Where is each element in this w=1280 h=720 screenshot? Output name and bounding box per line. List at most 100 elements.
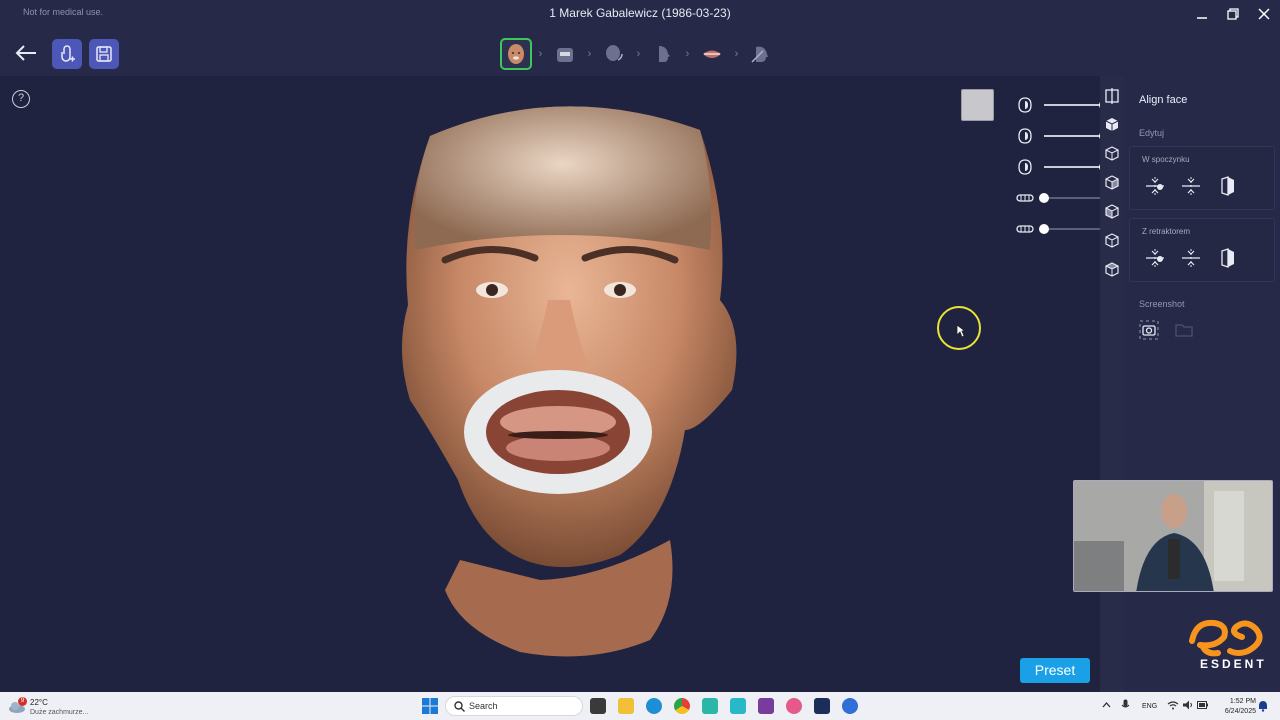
visibility-slider[interactable] <box>1016 219 1104 239</box>
minimize-icon <box>1197 17 1207 19</box>
face-opacity-icon <box>1018 159 1032 175</box>
app-pink-icon[interactable] <box>786 698 802 714</box>
mirror-face-icon[interactable] <box>1216 247 1238 269</box>
measure-step[interactable] <box>745 38 777 70</box>
head-measure-icon <box>751 46 768 63</box>
notification-bell-icon[interactable] <box>1258 700 1268 712</box>
presenter-video <box>1074 481 1272 591</box>
chrome-icon[interactable] <box>674 698 690 714</box>
screenshot-section-label: Screenshot <box>1139 299 1185 309</box>
slider-track[interactable] <box>1044 197 1104 199</box>
chevron-up-icon[interactable] <box>1102 701 1111 708</box>
weather-alert-badge: 9 <box>18 697 27 706</box>
chevron-right-icon: › <box>538 48 543 60</box>
top-view-icon[interactable] <box>1104 116 1120 132</box>
left-view-icon[interactable] <box>1104 145 1120 161</box>
align-center-icon[interactable] <box>1180 175 1202 197</box>
app-rz-icon[interactable] <box>702 698 718 714</box>
preset-button[interactable]: Preset <box>1020 658 1090 683</box>
weather-condition: Duże zachmurze... <box>30 709 89 716</box>
arrow-left-icon <box>15 45 36 61</box>
face-scan-step[interactable] <box>500 38 532 70</box>
windows-start-icon[interactable] <box>422 698 438 714</box>
paperclip-icon <box>61 45 75 62</box>
face-scan-model[interactable] <box>370 100 750 660</box>
smile-step[interactable] <box>696 38 728 70</box>
microphone-icon[interactable] <box>1121 699 1130 711</box>
battery-icon[interactable] <box>1197 700 1209 710</box>
profile-scan-step[interactable] <box>647 38 679 70</box>
upper-teeth-icon <box>1016 194 1034 202</box>
bite-scan-icon <box>606 45 623 61</box>
toolbar: › › › › › <box>0 28 1280 76</box>
wifi-icon[interactable] <box>1167 700 1179 710</box>
align-center-icon[interactable] <box>1180 247 1202 269</box>
lips-icon <box>703 50 721 58</box>
weather-widget[interactable]: 9 22°C Duże zachmurze... <box>8 696 118 718</box>
bottom-view-icon[interactable] <box>1104 232 1120 248</box>
camera-icon[interactable] <box>1139 320 1159 340</box>
bite-scan-step[interactable] <box>598 38 630 70</box>
face-opacity-icon <box>1018 128 1032 144</box>
taskbar-search[interactable]: Search <box>445 696 583 716</box>
slider-fill <box>1044 166 1104 168</box>
slider-track[interactable] <box>1044 228 1104 230</box>
app-rt-icon[interactable] <box>814 698 830 714</box>
speaker-icon[interactable] <box>1182 700 1194 710</box>
mouse-cursor-icon <box>956 324 966 338</box>
chevron-right-icon: › <box>734 48 739 60</box>
file-explorer-icon[interactable] <box>618 698 634 714</box>
right-view-icon[interactable] <box>1104 174 1120 190</box>
app-purple-icon[interactable] <box>758 698 774 714</box>
upper-jaw-scan-step[interactable] <box>549 38 581 70</box>
background-color-picker[interactable] <box>961 89 994 121</box>
view-strip <box>1100 76 1124 692</box>
language-indicator[interactable]: ENG <box>1142 703 1157 710</box>
with-retractor-group: Z retraktorem <box>1129 218 1275 282</box>
mirror-face-icon[interactable] <box>1216 175 1238 197</box>
task-view-icon[interactable] <box>590 698 606 714</box>
edit-section-label: Edytuj <box>1139 128 1165 138</box>
title-bar: Not for medical use. 1 Marek Gabalewicz … <box>0 0 1280 28</box>
chevron-right-icon: › <box>636 48 641 60</box>
brand-name: ESDENT <box>1200 657 1267 671</box>
app-v-icon[interactable] <box>730 698 746 714</box>
align-landmarks-icon[interactable] <box>1144 175 1166 197</box>
system-clock[interactable]: 1:52 PM 6/24/2025 <box>1212 697 1256 717</box>
visibility-slider[interactable] <box>1016 157 1109 177</box>
chevron-right-icon: › <box>587 48 592 60</box>
panel-title: Align face <box>1139 94 1188 106</box>
app-blue-icon[interactable] <box>842 698 858 714</box>
at-rest-group: W spoczynku <box>1129 146 1275 210</box>
attach-button[interactable] <box>52 39 82 69</box>
front-view-icon[interactable] <box>1104 88 1120 104</box>
slider-knob[interactable] <box>1039 224 1049 234</box>
iso-view-icon[interactable] <box>1104 261 1120 277</box>
edge-icon[interactable] <box>646 698 662 714</box>
back-view-icon[interactable] <box>1104 203 1120 219</box>
slider-fill <box>1044 104 1104 106</box>
visibility-slider[interactable] <box>1016 126 1109 146</box>
slider-knob[interactable] <box>1039 193 1049 203</box>
lower-teeth-icon <box>1016 225 1034 233</box>
workflow-steps: › › › › › <box>500 38 777 70</box>
help-icon[interactable]: ? <box>12 90 30 108</box>
search-icon <box>454 701 465 712</box>
clock-time: 1:52 PM <box>1229 698 1256 705</box>
at-rest-label: W spoczynku <box>1142 155 1190 164</box>
folder-icon[interactable] <box>1174 320 1194 340</box>
jaw-scan-icon <box>557 48 573 62</box>
close-button[interactable] <box>1249 2 1279 26</box>
search-placeholder: Search <box>469 701 498 711</box>
align-landmarks-icon[interactable] <box>1144 247 1166 269</box>
3d-viewport[interactable]: ? Preset <box>0 76 1109 692</box>
minimize-button[interactable] <box>1187 2 1217 26</box>
save-button[interactable] <box>89 39 119 69</box>
clock-date: 6/24/2025 <box>1224 708 1256 715</box>
visibility-slider[interactable] <box>1016 95 1109 115</box>
back-button[interactable] <box>14 42 40 64</box>
taskbar: 9 22°C Duże zachmurze... Search ENG 1:52… <box>0 692 1280 720</box>
visibility-slider[interactable] <box>1016 188 1104 208</box>
chevron-right-icon: › <box>685 48 690 60</box>
restore-button[interactable] <box>1218 2 1248 26</box>
